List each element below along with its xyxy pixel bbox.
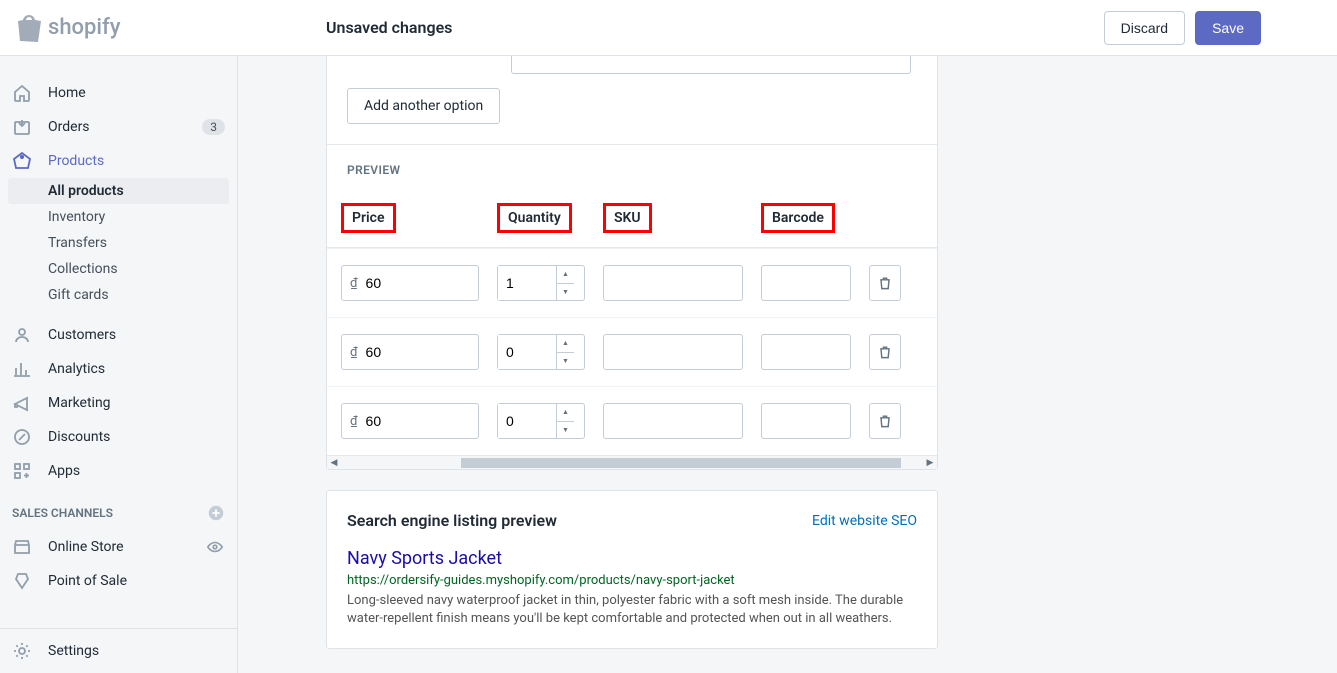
add-channel-icon[interactable] — [207, 504, 225, 522]
sku-input[interactable] — [603, 265, 743, 301]
seo-result-url: https://ordersify-guides.myshopify.com/p… — [347, 573, 917, 588]
orders-icon — [12, 117, 32, 137]
eye-icon[interactable] — [205, 537, 225, 557]
seo-card: Search engine listing preview Edit websi… — [326, 490, 938, 649]
variant-row: ₫ ▲▼ — [327, 248, 937, 317]
sidebar-sub-inventory[interactable]: Inventory — [0, 204, 237, 230]
quantity-stepper[interactable]: ▲▼ — [497, 334, 585, 370]
sidebar-item-label: Analytics — [48, 361, 105, 377]
sidebar-item-orders[interactable]: Orders 3 — [0, 110, 237, 144]
analytics-icon — [12, 359, 32, 379]
barcode-input[interactable] — [761, 265, 851, 301]
delete-variant-button[interactable] — [869, 403, 901, 439]
gear-icon — [12, 641, 32, 661]
barcode-input[interactable] — [761, 334, 851, 370]
sidebar-item-settings[interactable]: Settings — [0, 628, 237, 673]
sku-input[interactable] — [603, 403, 743, 439]
delete-variant-button[interactable] — [869, 265, 901, 301]
sidebar-sub-all-products[interactable]: All products — [8, 178, 229, 204]
seo-heading: Search engine listing preview — [347, 511, 557, 530]
col-header-price: Price — [341, 203, 396, 233]
apps-icon — [12, 461, 32, 481]
sales-channels-header: SALES CHANNELS — [0, 488, 237, 530]
col-header-quantity: Quantity — [497, 203, 572, 233]
save-button[interactable]: Save — [1195, 11, 1261, 45]
step-down-icon[interactable]: ▼ — [557, 422, 574, 439]
option-input-partial — [347, 56, 917, 68]
sidebar-sub-transfers[interactable]: Transfers — [0, 230, 237, 256]
add-option-button[interactable]: Add another option — [347, 88, 500, 124]
price-input[interactable]: ₫ — [341, 334, 479, 370]
sidebar-sub-gift-cards[interactable]: Gift cards — [0, 282, 237, 308]
sidebar-item-label: Discounts — [48, 429, 110, 445]
sidebar-item-apps[interactable]: Apps — [0, 454, 237, 488]
variant-row: ₫ ▲▼ — [327, 386, 937, 455]
step-down-icon[interactable]: ▼ — [557, 284, 574, 301]
store-icon — [12, 537, 32, 557]
sidebar-item-pos[interactable]: Point of Sale — [0, 564, 237, 598]
col-header-barcode: Barcode — [761, 203, 835, 233]
variant-row: ₫ ▲▼ — [327, 317, 937, 386]
discounts-icon — [12, 427, 32, 447]
shopify-bag-icon — [16, 14, 42, 42]
sidebar-item-label: Products — [48, 153, 104, 169]
variants-card: Add another option PREVIEW Price Quantit… — [326, 56, 938, 470]
price-input[interactable]: ₫ — [341, 403, 479, 439]
seo-result-desc: Long-sleeved navy waterproof jacket in t… — [347, 592, 917, 628]
sidebar-item-label: Settings — [48, 643, 99, 659]
sidebar-sub-collections[interactable]: Collections — [0, 256, 237, 282]
step-up-icon[interactable]: ▲ — [557, 404, 574, 422]
main-content: Add another option PREVIEW Price Quantit… — [238, 56, 1337, 673]
discard-button[interactable]: Discard — [1104, 11, 1185, 45]
trash-icon — [877, 413, 893, 429]
scroll-right-icon[interactable]: ▶ — [923, 458, 937, 468]
topbar: shopify Unsaved changes Discard Save — [0, 0, 1337, 56]
scroll-thumb[interactable] — [461, 458, 901, 468]
sidebar-item-online-store[interactable]: Online Store — [0, 530, 237, 564]
customers-icon — [12, 325, 32, 345]
sidebar-item-discounts[interactable]: Discounts — [0, 420, 237, 454]
barcode-input[interactable] — [761, 403, 851, 439]
col-header-sku: SKU — [603, 203, 652, 233]
sidebar-item-label: Home — [48, 85, 86, 101]
horizontal-scrollbar[interactable]: ◀ ▶ — [327, 455, 937, 469]
scroll-left-icon[interactable]: ◀ — [327, 458, 341, 468]
sidebar-item-label: Orders — [48, 119, 90, 135]
sidebar-item-marketing[interactable]: Marketing — [0, 386, 237, 420]
page-title: Unsaved changes — [238, 18, 1104, 37]
orders-badge: 3 — [202, 119, 225, 135]
sku-input[interactable] — [603, 334, 743, 370]
pos-icon — [12, 571, 32, 591]
topbar-actions: Discard Save — [1104, 11, 1321, 45]
trash-icon — [877, 275, 893, 291]
sidebar-item-customers[interactable]: Customers — [0, 318, 237, 352]
sidebar-item-label: Online Store — [48, 539, 124, 555]
sidebar-item-label: Marketing — [48, 395, 111, 411]
step-down-icon[interactable]: ▼ — [557, 353, 574, 370]
quantity-stepper[interactable]: ▲▼ — [497, 265, 585, 301]
sidebar-item-label: Apps — [48, 463, 80, 479]
step-up-icon[interactable]: ▲ — [557, 266, 574, 284]
delete-variant-button[interactable] — [869, 334, 901, 370]
trash-icon — [877, 344, 893, 360]
edit-seo-link[interactable]: Edit website SEO — [812, 513, 917, 529]
home-icon — [12, 83, 32, 103]
sidebar-item-label: Point of Sale — [48, 573, 127, 589]
sidebar-item-analytics[interactable]: Analytics — [0, 352, 237, 386]
sidebar-item-products[interactable]: Products — [0, 144, 237, 178]
step-up-icon[interactable]: ▲ — [557, 335, 574, 353]
preview-label: PREVIEW — [327, 145, 937, 185]
sidebar: Home Orders 3 Products All products Inve… — [0, 56, 238, 673]
marketing-icon — [12, 393, 32, 413]
quantity-stepper[interactable]: ▲▼ — [497, 403, 585, 439]
tag-icon — [12, 151, 32, 171]
sidebar-item-home[interactable]: Home — [0, 76, 237, 110]
shopify-logo-text: shopify — [48, 15, 121, 40]
shopify-logo: shopify — [16, 14, 238, 42]
seo-result-title: Navy Sports Jacket — [347, 548, 917, 569]
variant-header-row: Price Quantity SKU Barcode — [327, 185, 937, 248]
price-input[interactable]: ₫ — [341, 265, 479, 301]
sidebar-item-label: Customers — [48, 327, 116, 343]
